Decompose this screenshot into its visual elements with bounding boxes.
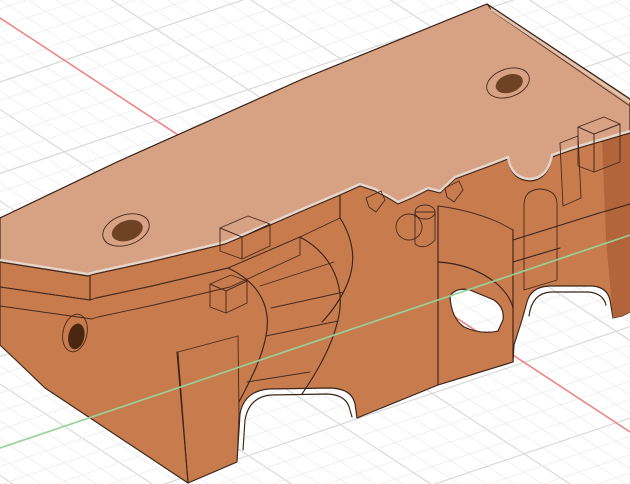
cad-viewport[interactable]: [0, 0, 630, 484]
model-sectioned-housing[interactable]: [0, 4, 630, 483]
viewport-canvas[interactable]: [0, 0, 630, 484]
